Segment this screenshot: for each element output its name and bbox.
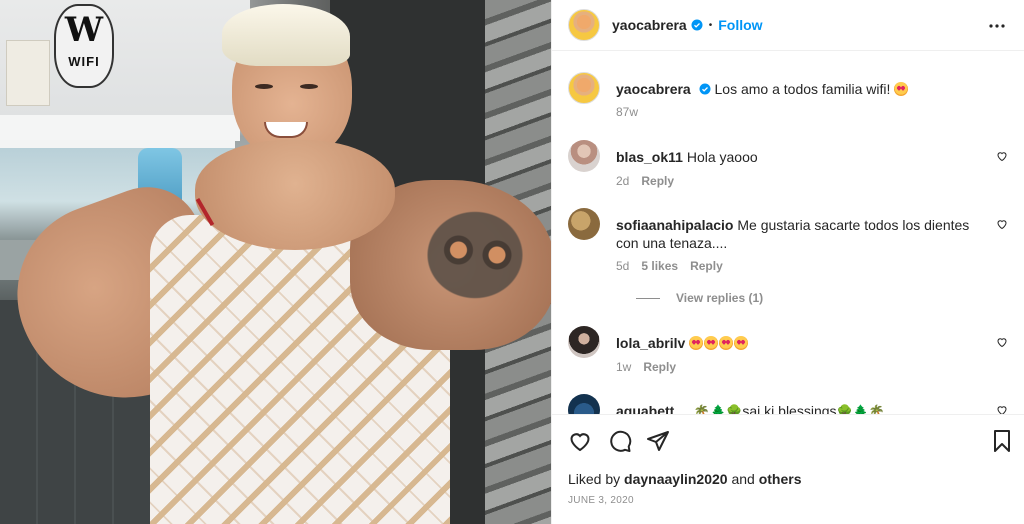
comment-like-heart-icon[interactable] (996, 336, 1008, 348)
caption-text: yaocabrera Los amo a todos familia wifi! (616, 80, 986, 98)
comment-like-heart-icon[interactable] (996, 404, 1008, 414)
palm-tree-emoji: 🌴 (868, 404, 886, 414)
comment-avatar[interactable] (568, 140, 600, 172)
comment-like-heart-icon[interactable] (996, 150, 1008, 162)
caption-row: yaocabrera Los amo a todos familia wifi!… (568, 72, 1008, 122)
reply-button[interactable]: Reply (690, 259, 723, 273)
comment-avatar[interactable] (568, 394, 600, 414)
share-icon[interactable] (646, 429, 670, 453)
comment-likes-count[interactable]: 5 likes (641, 259, 678, 273)
deciduous-tree-emoji: 🌳 (726, 404, 743, 414)
person-heart-hands (195, 140, 395, 250)
caption-username[interactable]: yaocabrera (616, 81, 691, 97)
comment-time: 5d (616, 259, 630, 273)
comment-username[interactable]: sofiaanahipalacio (616, 217, 733, 233)
post-side-panel: yaocabrera • Follow yaocabrera Los amo a… (551, 0, 1024, 524)
more-options-icon[interactable] (985, 14, 1009, 38)
comment-body: Hola yaooo (686, 149, 758, 165)
comment-text: blas_ok11 Hola yaooo (616, 148, 986, 166)
comment-username[interactable]: aquabett__ (616, 403, 690, 414)
view-replies-line (636, 297, 660, 299)
post-actions: Liked by daynaaylin2020 and others JUNE … (552, 414, 1024, 524)
comment-like-heart-icon[interactable] (996, 218, 1008, 230)
person-eye-right (300, 84, 318, 89)
liked-by-line: Liked by daynaaylin2020 and others (568, 471, 802, 487)
person-owl-tattoo (420, 205, 530, 305)
comment-text: lola_abrilv (616, 334, 986, 352)
caption-avatar[interactable] (568, 72, 600, 104)
comment-avatar[interactable] (568, 326, 600, 358)
comment-time: 1w (616, 360, 632, 374)
verified-icon (699, 83, 711, 95)
liked-by-others[interactable]: others (759, 471, 802, 487)
person-eye-left (255, 84, 273, 89)
liked-by-prefix: Liked by (568, 471, 621, 487)
heart-eyes-emoji (719, 336, 734, 350)
person-hair (222, 4, 350, 66)
comment-icon[interactable] (608, 429, 632, 453)
caption-time: 87w (616, 105, 639, 119)
post-photo[interactable]: W WIFI (0, 0, 551, 524)
comment-meta: 5d 5 likes Reply (616, 259, 735, 273)
author-avatar[interactable] (568, 9, 600, 41)
evergreen-tree-emoji: 🌲 (852, 404, 869, 414)
comment-row: lola_abrilv 1w Reply (568, 326, 1008, 376)
evergreen-tree-emoji: 🌲 (710, 404, 727, 414)
liked-by-and: and (731, 471, 755, 487)
comment-username[interactable]: lola_abrilv (616, 335, 685, 351)
comment-meta: 1w Reply (616, 360, 688, 374)
post-header: yaocabrera • Follow (552, 0, 1024, 51)
follow-button[interactable]: Follow (718, 17, 762, 33)
liked-by-user[interactable]: daynaaylin2020 (624, 471, 728, 487)
reply-button[interactable]: Reply (643, 360, 676, 374)
heart-eyes-emoji (734, 336, 749, 350)
comment-avatar[interactable] (568, 208, 600, 240)
comment-text: aquabett__ 🌴🌲🌳sai ki blessings🌳🌲🌴 (616, 402, 986, 414)
bookmark-icon[interactable] (990, 429, 1014, 453)
comment-row: blas_ok11 Hola yaooo 2d Reply (568, 140, 1008, 190)
comment-row: sofiaanahipalacio Me gustaria sacarte to… (568, 208, 1008, 308)
heart-eyes-emoji (689, 336, 704, 350)
caption-body: Los amo a todos familia wifi! (714, 81, 891, 97)
heart-eyes-emoji (894, 82, 909, 96)
author-username[interactable]: yaocabrera (612, 17, 687, 33)
deciduous-tree-emoji: 🌳 (836, 404, 853, 414)
header-separator-dot: • (708, 19, 713, 31)
comment-username[interactable]: blas_ok11 (616, 149, 683, 165)
view-replies-button[interactable]: View replies (1) (636, 291, 763, 305)
caption-meta: 87w (616, 105, 650, 119)
heart-icon[interactable] (568, 429, 592, 453)
view-replies-label: View replies (1) (676, 291, 764, 305)
comment-time: 2d (616, 174, 630, 188)
photo-person (0, 0, 551, 524)
comment-row: aquabett__ 🌴🌲🌳sai ki blessings🌳🌲🌴 (568, 394, 1008, 414)
verified-icon (691, 19, 703, 31)
comment-body: sai ki blessings (742, 403, 837, 414)
palm-tree-emoji: 🌴 (693, 404, 710, 414)
post-date[interactable]: JUNE 3, 2020 (568, 495, 634, 506)
reply-button[interactable]: Reply (641, 174, 674, 188)
heart-eyes-emoji (704, 336, 719, 350)
comments-list[interactable]: yaocabrera Los amo a todos familia wifi!… (552, 52, 1024, 414)
comment-meta: 2d Reply (616, 174, 686, 188)
comment-text: sofiaanahipalacio Me gustaria sacarte to… (616, 216, 986, 252)
